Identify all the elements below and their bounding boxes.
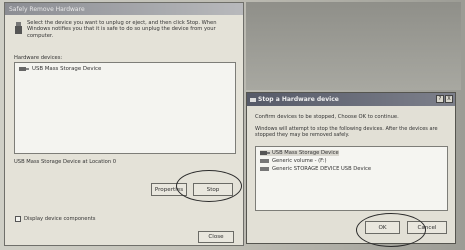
display-components-label: Display device components <box>24 216 96 222</box>
usb-device-icon <box>19 67 29 71</box>
device-name: USB Mass Storage Device <box>272 150 339 156</box>
stop-hardware-device-dialog: Stop a Hardware device ? X Confirm devic… <box>246 92 456 244</box>
drive-icon <box>260 167 269 171</box>
list-item[interactable]: Generic volume - (F:) <box>260 158 327 164</box>
hardware-devices-label: Hardware devices: <box>14 55 63 61</box>
left-dialog-title: Safely Remove Hardware <box>9 5 85 13</box>
windows-stop-text: Windows will attempt to stop the followi… <box>255 126 438 139</box>
devices-to-stop-list[interactable]: USB Mass Storage Device Generic volume -… <box>255 146 448 211</box>
close-window-button[interactable]: X <box>445 95 453 103</box>
device-name: USB Mass Storage Device <box>32 66 102 72</box>
stop-button-highlight-circle <box>176 170 242 202</box>
hardware-devices-list[interactable]: USB Mass Storage Device <box>14 62 236 154</box>
left-dialog-titlebar[interactable]: Safely Remove Hardware <box>5 3 243 15</box>
usb-drive-icon <box>15 22 22 34</box>
right-dialog-title: Stop a Hardware device <box>258 96 339 103</box>
drive-icon <box>260 159 269 163</box>
usb-device-icon <box>260 151 270 155</box>
list-item[interactable]: USB Mass Storage Device <box>19 66 101 72</box>
background-desktop-region <box>246 2 461 90</box>
display-components-checkbox[interactable] <box>15 216 21 222</box>
confirm-text: Confirm devices to be stopped, Choose OK… <box>255 114 399 120</box>
list-item[interactable]: Generic STORAGE DEVICE USB Device <box>260 166 371 172</box>
device-name: Generic volume - (F:) <box>272 158 327 164</box>
help-button[interactable]: ? <box>436 95 444 103</box>
hardware-icon <box>250 97 256 102</box>
right-dialog-titlebar[interactable]: Stop a Hardware device ? X <box>247 93 455 106</box>
list-item[interactable]: USB Mass Storage Device <box>260 150 339 156</box>
ok-button-highlight-circle <box>356 213 426 247</box>
instructions-text: Select the device you want to unplug or … <box>27 20 217 39</box>
safely-remove-hardware-dialog: Safely Remove Hardware Select the device… <box>4 2 244 246</box>
close-button[interactable]: Close <box>198 231 234 243</box>
device-location-text: USB Mass Storage Device at Location 0 <box>14 159 117 165</box>
device-name: Generic STORAGE DEVICE USB Device <box>272 166 372 172</box>
